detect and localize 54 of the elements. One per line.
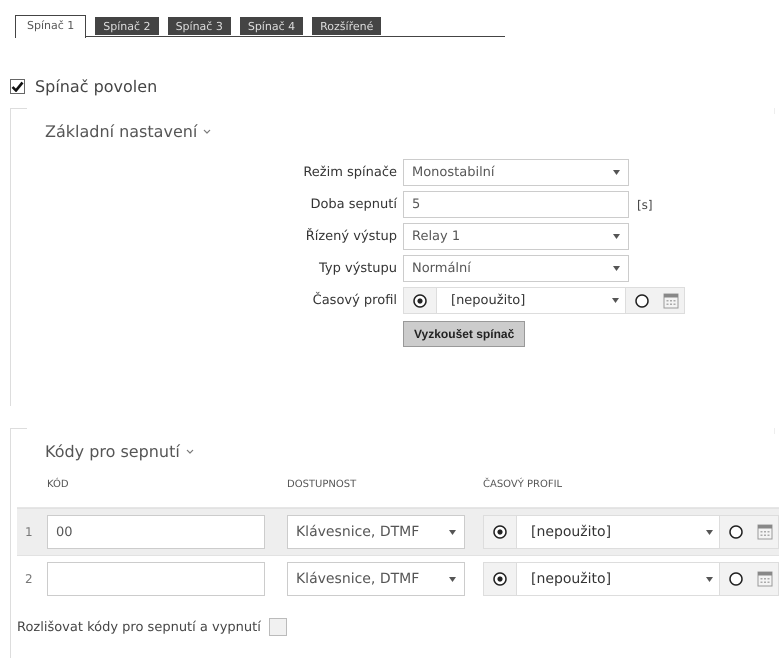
checkbox[interactable] xyxy=(268,618,287,636)
select-field[interactable]: Monostabilní xyxy=(403,159,629,186)
radio-button[interactable] xyxy=(729,525,743,539)
caret-icon xyxy=(706,530,713,534)
select-field[interactable]: Relay 1 xyxy=(403,223,629,250)
radio-button[interactable] xyxy=(493,525,507,539)
caret-icon xyxy=(449,530,456,534)
calendar-icon[interactable] xyxy=(757,571,773,587)
checkbox-label: Rozlišovat kódy pro sepnutí a vypnutí xyxy=(17,620,261,634)
column-header: DOSTUPNOST xyxy=(287,479,358,490)
row-number: 2 xyxy=(24,572,34,586)
tab[interactable]: Spínač 4 xyxy=(240,17,304,35)
field-label: Řízený výstup xyxy=(304,229,397,244)
check-icon xyxy=(11,81,24,92)
unit-label: [s] xyxy=(637,198,653,212)
checkbox[interactable] xyxy=(10,79,25,94)
column-header: KÓD xyxy=(47,479,70,490)
field-label: Typ výstupu xyxy=(318,261,397,276)
caret-icon xyxy=(613,170,620,175)
field-label: Časový profil xyxy=(312,293,397,308)
radio-button[interactable] xyxy=(413,294,427,308)
chevron-icon xyxy=(203,129,212,134)
tab[interactable]: Spínač 3 xyxy=(168,17,231,35)
tab[interactable]: Rozšířené xyxy=(312,17,382,35)
radio-button[interactable] xyxy=(493,572,507,586)
calendar-icon[interactable] xyxy=(663,292,679,308)
caret-icon xyxy=(706,576,713,582)
profile-select[interactable]: [nepoužito] xyxy=(516,516,720,548)
code-field[interactable] xyxy=(47,562,265,596)
caret-icon xyxy=(613,234,620,239)
profile-select[interactable]: [nepoužito] xyxy=(516,563,720,595)
radio-button[interactable] xyxy=(729,572,743,586)
chevron-icon xyxy=(186,449,194,454)
availability-select[interactable]: Klávesnice, DTMF xyxy=(287,562,465,596)
tab[interactable]: Spínač 2 xyxy=(95,17,159,35)
test-button[interactable]: Vyzkoušet spínač xyxy=(403,321,526,347)
tab[interactable]: Spínač 1 xyxy=(15,15,86,38)
availability-select[interactable]: Klávesnice, DTMF xyxy=(287,515,465,549)
profile-select[interactable]: [nepoužito] xyxy=(436,288,626,313)
section-toggle[interactable]: Kódy pro sepnutí xyxy=(45,442,194,461)
code-field[interactable]: 00 xyxy=(47,515,265,549)
input-field[interactable]: 5 xyxy=(403,191,629,218)
field-label: Doba sepnutí xyxy=(309,197,397,212)
row-number: 1 xyxy=(24,525,34,539)
caret-icon xyxy=(613,266,620,271)
select-field[interactable]: Normální xyxy=(403,255,629,282)
checkbox-label: Spínač povolen xyxy=(35,77,158,96)
calendar-icon[interactable] xyxy=(757,524,773,540)
section-toggle[interactable]: Základní nastavení xyxy=(45,122,212,141)
column-header: ČASOVÝ PROFIL xyxy=(483,479,564,490)
caret-icon xyxy=(612,298,619,303)
radio-button[interactable] xyxy=(635,294,649,308)
caret-icon xyxy=(449,576,456,582)
field-label: Režim spínače xyxy=(302,165,397,180)
